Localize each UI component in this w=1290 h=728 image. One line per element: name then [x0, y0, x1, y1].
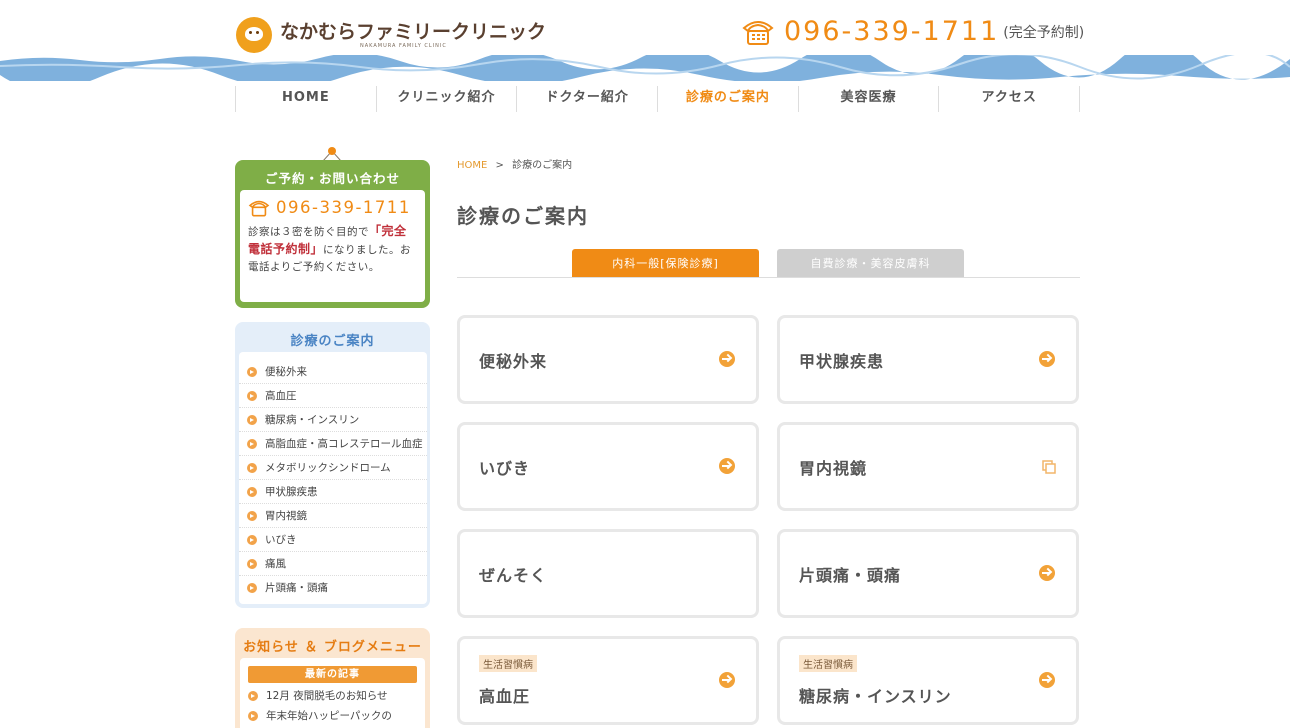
header-tel-number[interactable]: 096-339-1711 — [784, 16, 999, 47]
service-card[interactable]: 生活習慣病 高血圧 — [457, 636, 759, 725]
arrow-bullet-icon — [248, 710, 258, 721]
blog-title: お知らせ ＆ ブログメニュー — [243, 640, 422, 655]
side-menu-item[interactable]: いびき — [239, 528, 427, 552]
side-menu-item[interactable]: 便秘外来 — [239, 360, 427, 384]
side-menu-title: 診療のご案内 — [290, 334, 375, 349]
clinic-logo[interactable]: なかむらファミリークリニック NAKAMURA FAMILY CLINIC — [236, 17, 546, 53]
sidebar-tel-number[interactable]: 096-339-1711 — [276, 198, 411, 217]
tab-internal-medicine[interactable]: 内科一般[保険診療] — [572, 249, 759, 278]
nav-medical-guide[interactable]: 診療のご案内 — [657, 86, 798, 112]
arrow-right-icon — [1039, 565, 1055, 581]
arrow-right-icon — [719, 351, 735, 367]
arrow-bullet-icon — [247, 486, 257, 497]
tab-underline — [457, 277, 1080, 278]
page-title: 診療のご案内 — [457, 204, 589, 228]
service-card[interactable]: ぜんそく — [457, 529, 759, 618]
nav-beauty[interactable]: 美容医療 — [797, 86, 939, 112]
external-link-icon — [1042, 460, 1056, 474]
arrow-bullet-icon — [247, 583, 257, 593]
arrow-bullet-icon — [247, 414, 257, 425]
logo-subtitle: NAKAMURA FAMILY CLINIC — [360, 43, 447, 49]
telephone-icon — [248, 200, 270, 217]
side-menu-item[interactable]: 甲状腺疾患 — [239, 480, 427, 504]
sidebar-blog-box: お知らせ ＆ ブログメニュー 最新の記事 12月 夜間脱毛のお知らせ 年末年始ハ… — [235, 628, 430, 728]
side-menu-item[interactable]: 胃内視鏡 — [239, 504, 427, 528]
service-card[interactable]: いびき — [457, 422, 759, 511]
side-menu-item[interactable]: 片頭痛・頭痛 — [239, 576, 427, 600]
sidebar-contact-box: ご予約・お問い合わせ 096-339-1711 診察は３密を防ぐ目的で「完全電話… — [235, 160, 430, 308]
arrow-bullet-icon — [248, 690, 258, 701]
arrow-right-icon — [719, 672, 735, 688]
service-card[interactable]: 便秘外来 — [457, 315, 759, 404]
arrow-right-icon — [1039, 672, 1055, 688]
nav-clinic[interactable]: クリニック紹介 — [375, 86, 517, 112]
side-menu-item[interactable]: メタボリックシンドローム — [239, 456, 427, 480]
header-tel[interactable]: 096-339-1711 (完全予約制) — [742, 16, 1084, 47]
category-tag: 生活習慣病 — [479, 655, 537, 672]
side-menu-item[interactable]: 高脂血症・高コレステロール血症 — [239, 432, 427, 456]
site-header: なかむらファミリークリニック NAKAMURA FAMILY CLINIC 09… — [0, 0, 1290, 81]
breadcrumb-home[interactable]: HOME — [457, 160, 487, 171]
arrow-bullet-icon — [247, 366, 257, 377]
nav-home[interactable]: HOME — [235, 86, 376, 112]
side-menu-item[interactable]: 高血圧 — [239, 384, 427, 408]
blog-post-link[interactable]: 12月 夜間脱毛のお知らせ — [248, 688, 417, 703]
arrow-bullet-icon — [247, 438, 257, 449]
breadcrumb: HOME > 診療のご案内 — [457, 160, 573, 171]
wave-decoration — [0, 55, 1290, 81]
blog-post-link[interactable]: 年末年始ハッピーパックの — [248, 708, 417, 723]
tab-self-pay-beauty[interactable]: 自費診療・美容皮膚科 — [777, 249, 964, 278]
service-card[interactable]: 生活習慣病 糖尿病・インスリン — [777, 636, 1079, 725]
logo-name: なかむらファミリークリニック — [280, 21, 547, 43]
arrow-bullet-icon — [247, 462, 257, 473]
arrow-bullet-icon — [247, 534, 257, 545]
nav-access[interactable]: アクセス — [938, 86, 1081, 112]
arrow-bullet-icon — [247, 558, 257, 569]
latest-posts-heading: 最新の記事 — [248, 666, 417, 683]
contact-title: ご予約・お問い合わせ — [264, 171, 400, 186]
arrow-bullet-icon — [247, 510, 257, 521]
side-menu-item[interactable]: 糖尿病・インスリン — [239, 408, 427, 432]
arrow-right-icon — [1039, 351, 1055, 367]
logo-face-icon — [236, 17, 272, 53]
service-card[interactable]: 片頭痛・頭痛 — [777, 529, 1079, 618]
breadcrumb-current: 診療のご案内 — [512, 160, 573, 171]
telephone-icon — [742, 20, 774, 45]
service-card[interactable]: 甲状腺疾患 — [777, 315, 1079, 404]
contact-description: 診察は３密を防ぐ目的で「完全電話予約制」になりました。お電話よりご予約ください。 — [248, 224, 412, 273]
category-tag: 生活習慣病 — [799, 655, 857, 672]
sidebar-tel[interactable]: 096-339-1711 — [248, 198, 417, 217]
global-nav: HOME クリニック紹介 ドクター紹介 診療のご案内 美容医療 アクセス — [235, 86, 1081, 112]
header-tel-note: (完全予約制) — [1003, 24, 1085, 41]
arrow-bullet-icon — [247, 390, 257, 401]
service-card[interactable]: 胃内視鏡 — [777, 422, 1079, 511]
sidebar-medical-menu: 診療のご案内 便秘外来 高血圧 糖尿病・インスリン 高脂血症・高コレステロール血… — [235, 322, 430, 608]
side-menu-item[interactable]: 痛風 — [239, 552, 427, 576]
arrow-right-icon — [719, 458, 735, 474]
nav-doctor[interactable]: ドクター紹介 — [516, 86, 657, 112]
